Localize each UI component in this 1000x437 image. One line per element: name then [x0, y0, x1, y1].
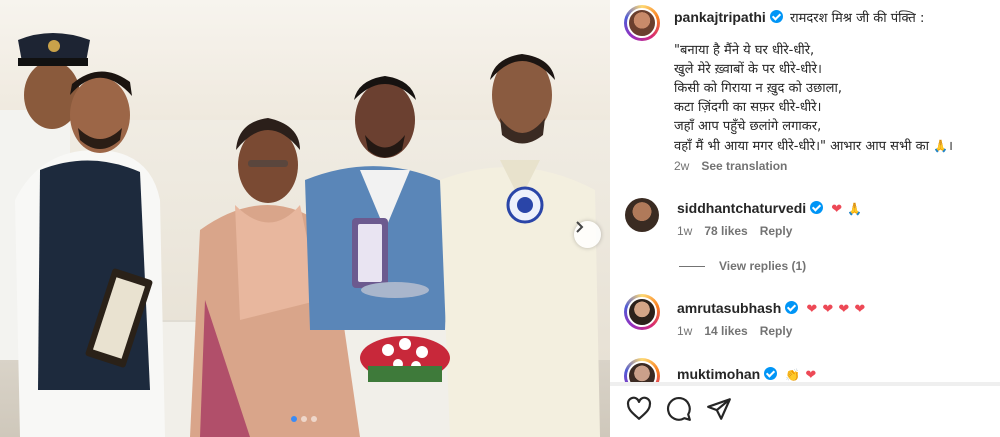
chevron-right-icon: [576, 221, 584, 233]
comment-likes[interactable]: 14 likes: [704, 324, 747, 338]
heart-outline-icon[interactable]: [626, 396, 652, 422]
poem-line: वहाँ मैं भी आया मगर धीरे-धीरे।" आभार आप …: [674, 139, 929, 154]
poem-line: किसी को गिराया न ख़ुद को उछाला,: [674, 81, 842, 96]
commenter-username[interactable]: siddhantchaturvedi: [677, 200, 806, 216]
comment-row: amrutasubhash ❤ ❤ ❤ ❤: [677, 298, 865, 317]
comment-meta: 1w 78 likes Reply: [677, 224, 792, 238]
post-photo[interactable]: [0, 0, 610, 437]
verified-badge-icon: [785, 301, 799, 314]
action-bar: [610, 386, 1000, 437]
carousel-dot: [291, 416, 297, 422]
comment-bubble-icon[interactable]: [666, 396, 692, 422]
caption-header: pankajtripathi रामदरश मिश्र जी की पंक्ति…: [674, 8, 924, 28]
carousel-dots: [291, 416, 317, 422]
red-heart-icon: ❤: [854, 302, 866, 317]
red-heart-icon: ❤: [806, 302, 818, 317]
folded-hands-icon: 🙏: [847, 202, 863, 216]
poem-line: "बनाया है मैंने ये घर धीरे-धीरे,: [674, 43, 815, 58]
carousel-dot: [311, 416, 317, 422]
comment-row: muktimohan 👏 ❤: [677, 364, 816, 383]
red-heart-icon: ❤: [831, 202, 843, 217]
caption-time: 2w: [674, 159, 690, 173]
photo-scene: [0, 33, 600, 437]
comment-likes[interactable]: 78 likes: [704, 224, 747, 238]
folded-hands-icon: 🙏: [933, 139, 949, 153]
carousel-next-button[interactable]: [574, 221, 601, 248]
clapping-hands-icon: 👏: [785, 368, 801, 382]
paper-plane-icon[interactable]: [706, 396, 732, 422]
comment-time: 1w: [677, 324, 693, 338]
commenter-avatar[interactable]: [624, 197, 660, 233]
caption-title: रामदरश मिश्र जी की पंक्ति :: [789, 11, 925, 26]
carousel-dot: [301, 416, 307, 422]
reply-link[interactable]: Reply: [760, 224, 793, 238]
poem-line: कटा ज़िंदगी का सफ़र धीरे-धीरे।: [674, 100, 822, 115]
poem-line: खुले मेरे ख़्वाबों के पर धीरे-धीरे।: [674, 62, 822, 77]
verified-badge-icon: [764, 367, 778, 380]
view-replies-label[interactable]: View replies (1): [719, 259, 806, 273]
caption-poem: "बनाया है मैंने ये घर धीरे-धीरे, खुले मे…: [674, 42, 996, 156]
poem-line: जहाँ आप पहुँचे छलांगे लगाकर,: [674, 119, 822, 134]
red-heart-icon: ❤: [805, 368, 817, 383]
author-avatar[interactable]: [624, 5, 660, 41]
comment-row: siddhantchaturvedi ❤ 🙏: [677, 198, 862, 217]
commenter-avatar[interactable]: [624, 294, 660, 330]
comment-meta: 1w 14 likes Reply: [677, 324, 792, 338]
caption-meta: 2w See translation: [674, 159, 787, 173]
comment-time: 1w: [677, 224, 693, 238]
red-heart-icon: ❤: [838, 302, 850, 317]
author-username[interactable]: pankajtripathi: [674, 9, 766, 25]
see-translation-link[interactable]: See translation: [701, 159, 787, 173]
view-replies-button[interactable]: View replies (1): [679, 259, 806, 273]
red-heart-icon: ❤: [822, 302, 834, 317]
verified-badge-icon: [769, 10, 783, 23]
replies-divider: [679, 265, 705, 267]
commenter-username[interactable]: muktimohan: [677, 366, 760, 382]
reply-link[interactable]: Reply: [760, 324, 793, 338]
verified-badge-icon: [810, 201, 824, 214]
commenter-username[interactable]: amrutasubhash: [677, 300, 781, 316]
